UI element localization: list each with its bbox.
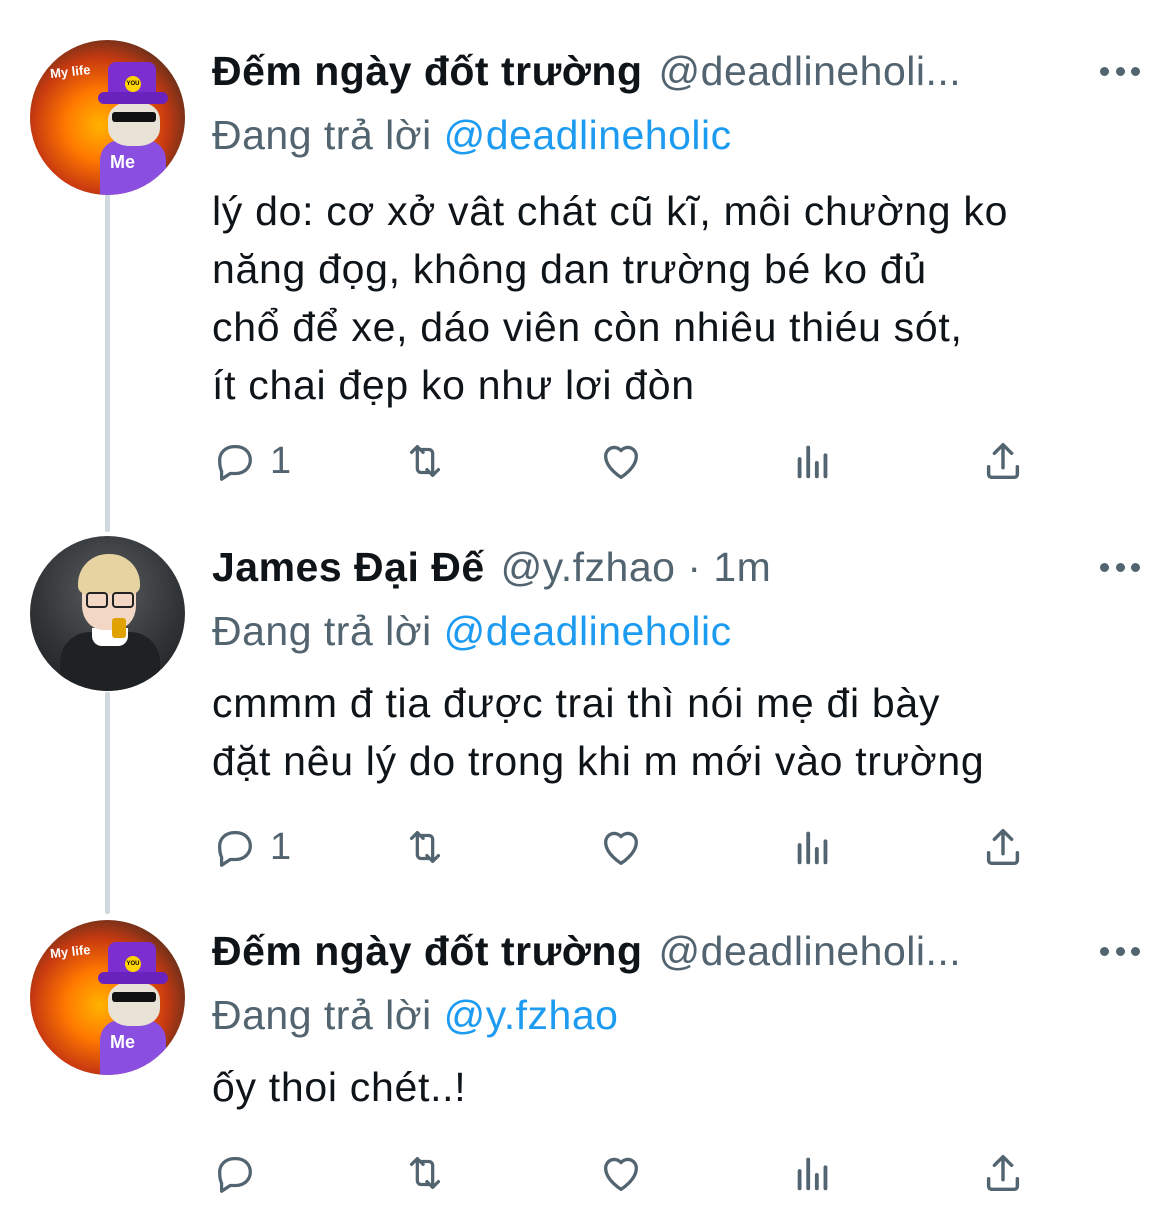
share-button[interactable] (980, 822, 1026, 872)
avatar-badge: YOU (125, 956, 141, 972)
tweet-text-line: lý do: cơ xở vât chát cũ kĩ, môi chường … (212, 188, 1009, 234)
replying-to: Đang trả lời @y.fzhao (212, 986, 1132, 1044)
views-icon (797, 1157, 828, 1191)
tweet-text-line: đặt nêu lý do trong khi m mới vào trường (212, 738, 985, 784)
share-button[interactable] (980, 1148, 1026, 1198)
like-icon (604, 445, 638, 479)
mention-link[interactable]: @y.fzhao (444, 992, 619, 1038)
replying-to-label: Đang trả lời (212, 992, 432, 1038)
username[interactable]: @y.fzhao · 1m (501, 544, 772, 591)
replying-to-label: Đang trả lời (212, 608, 432, 654)
views-icon (797, 831, 828, 865)
tweet-header: Đếm ngày đốt trường @deadlineholi... (212, 36, 1132, 106)
retweet-icon (409, 1156, 441, 1190)
action-bar (212, 1148, 1072, 1198)
action-bar: 1 (212, 822, 1072, 872)
display-name[interactable]: Đếm ngày đốt trường (212, 928, 643, 975)
more-icon[interactable] (1100, 945, 1140, 957)
tweet-text: ốy thoi chét..! (212, 1058, 1132, 1116)
thread-line (105, 192, 110, 532)
mention-link[interactable]: @deadlineholic (444, 112, 732, 158)
retweet-icon (409, 444, 441, 478)
tweet-header: James Đại Đế @y.fzhao · 1m (212, 532, 1132, 602)
avatar-caption-bottom: Me (110, 152, 136, 172)
reply-count: 1 (270, 439, 292, 482)
reply-button[interactable]: 1 (212, 822, 291, 872)
replying-to: Đang trả lời @deadlineholic (212, 106, 1132, 164)
tweet-text-line: cmmm đ tia được trai thì nói mẹ đi bày (212, 680, 941, 726)
like-icon (604, 1157, 638, 1191)
views-button[interactable] (790, 436, 836, 486)
avatar-caption-bottom: Me (110, 1032, 136, 1052)
like-button[interactable] (598, 822, 644, 872)
replying-to-label: Đang trả lời (212, 112, 432, 158)
tweet-header: Đếm ngày đốt trường @deadlineholi... (212, 916, 1132, 986)
share-icon (986, 828, 1020, 866)
avatar-badge: YOU (125, 76, 141, 92)
username[interactable]: @deadlineholi... (659, 48, 962, 95)
views-button[interactable] (790, 822, 836, 872)
username[interactable]: @deadlineholi... (659, 928, 962, 975)
share-icon (986, 1154, 1020, 1192)
like-button[interactable] (598, 1148, 644, 1198)
reply-button[interactable] (212, 1148, 270, 1198)
avatar-caption-top: My life (49, 61, 92, 82)
share-icon (986, 442, 1020, 480)
retweet-button[interactable] (402, 1148, 448, 1198)
more-icon[interactable] (1100, 561, 1140, 573)
share-button[interactable] (980, 436, 1026, 486)
avatar[interactable]: My life YOU Me (30, 40, 185, 195)
tweet-text-line: chổ để xe, dáo viên còn nhiêu thiéu sót, (212, 304, 963, 350)
mention-link[interactable]: @deadlineholic (444, 608, 732, 654)
retweet-icon (409, 830, 441, 864)
retweet-button[interactable] (402, 436, 448, 486)
tweet-text-line: năng đọg, không dan trường bé ko đủ (212, 246, 927, 292)
tweet-text-line: ít chai đẹp ko như lơi đòn (212, 362, 695, 408)
retweet-button[interactable] (402, 822, 448, 872)
display-name[interactable]: James Đại Đế (212, 544, 485, 591)
action-bar: 1 (212, 436, 1072, 486)
more-icon[interactable] (1100, 65, 1140, 77)
reply-icon (218, 830, 252, 867)
tweet-text: cmmm đ tia được trai thì nói mẹ đi bày đ… (212, 674, 1132, 790)
tweet-text: lý do: cơ xở vât chát cũ kĩ, môi chường … (212, 182, 1132, 414)
tweet-text-line: ốy thoi chét..! (212, 1064, 467, 1110)
reply-icon (218, 444, 252, 481)
reply-button[interactable]: 1 (212, 436, 291, 486)
reply-icon (218, 1156, 252, 1193)
avatar-caption-top: My life (49, 941, 92, 962)
replying-to: Đang trả lời @deadlineholic (212, 602, 1132, 660)
display-name[interactable]: Đếm ngày đốt trường (212, 48, 643, 95)
reply-count: 1 (270, 825, 292, 868)
like-icon (604, 831, 638, 865)
like-button[interactable] (598, 436, 644, 486)
views-icon (797, 445, 828, 479)
views-button[interactable] (790, 1148, 836, 1198)
avatar[interactable] (30, 536, 185, 691)
avatar[interactable]: My life YOU Me (30, 920, 185, 1075)
thread-line (105, 692, 110, 914)
